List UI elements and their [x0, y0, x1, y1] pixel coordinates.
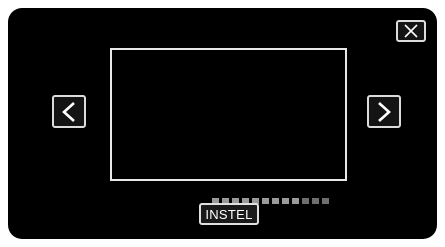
- progress-segment: [282, 198, 289, 204]
- progress-segment: [302, 198, 309, 204]
- set-button-label: INSTEL: [205, 206, 253, 222]
- progress-segment: [262, 198, 269, 204]
- progress-segment: [272, 198, 279, 204]
- progress-segment: [312, 198, 319, 204]
- camera-screen: INSTEL: [8, 8, 437, 239]
- progress-segment: [292, 198, 299, 204]
- preview-frame: [110, 48, 347, 204]
- progress-segment: [322, 198, 329, 204]
- previous-button[interactable]: [52, 95, 86, 128]
- close-icon: [404, 24, 418, 38]
- set-button[interactable]: INSTEL: [199, 203, 259, 225]
- chevron-right-icon: [378, 101, 391, 122]
- chevron-left-icon: [62, 101, 75, 122]
- next-button[interactable]: [367, 95, 401, 128]
- close-button[interactable]: [396, 20, 426, 42]
